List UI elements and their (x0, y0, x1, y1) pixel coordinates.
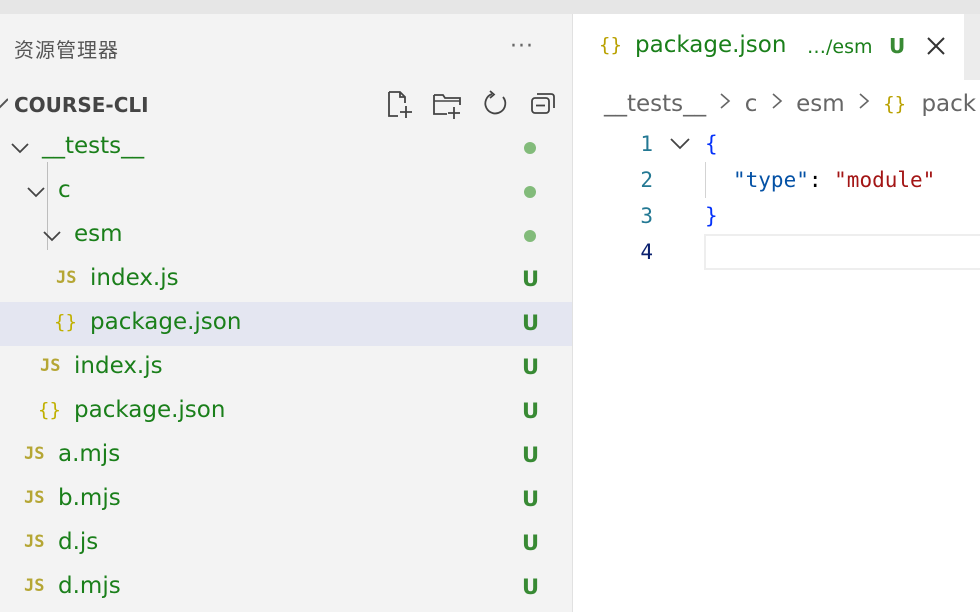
line-number: 1 (640, 132, 653, 156)
json-file-icon: {} (38, 399, 61, 421)
explorer-header: 资源管理器 ··· (0, 14, 572, 80)
json-file-icon: {} (54, 311, 77, 333)
tree-item-d-mjs[interactable]: JS d.mjs U (0, 566, 572, 610)
chevron-down-icon (0, 98, 8, 109)
js-file-icon: JS (40, 356, 61, 376)
untracked-status: U (522, 443, 540, 467)
tree-item-label: b.mjs (58, 485, 121, 511)
breadcrumb-item[interactable]: c (745, 91, 758, 117)
tree-item-label: d.mjs (58, 573, 121, 599)
code-text: "type": "module" (733, 168, 935, 192)
untracked-status: U (522, 267, 540, 291)
untracked-status: U (522, 311, 540, 335)
code-line: 4 (573, 234, 980, 270)
js-file-icon: JS (24, 532, 45, 552)
chevron-down-icon (27, 187, 45, 198)
breadcrumb-file[interactable]: pack (921, 91, 976, 117)
tree-item-label: d.js (58, 529, 99, 555)
tree-item-tests-folder[interactable]: __tests__ (0, 126, 572, 170)
new-folder-icon[interactable] (432, 89, 462, 119)
code-line: 2 "type": "module" (573, 162, 980, 198)
breadcrumb-item[interactable]: esm (796, 91, 845, 117)
js-file-icon: JS (56, 268, 77, 288)
new-file-icon[interactable] (384, 89, 414, 119)
tree-item-label: c (58, 177, 71, 203)
tree-item-esm-package-json[interactable]: {} package.json U (0, 302, 572, 346)
breadcrumb: __tests__ c esm {} pack (604, 90, 976, 117)
tab-filename: package.json (635, 32, 787, 58)
js-file-icon: JS (24, 444, 45, 464)
tab-path-description: …/esm (807, 36, 873, 58)
more-actions-icon[interactable]: ··· (510, 34, 534, 59)
window-top-strip (0, 0, 980, 14)
chevron-right-icon (858, 91, 870, 117)
js-file-icon: JS (24, 488, 45, 508)
line-number: 3 (640, 204, 653, 228)
untracked-status: U (522, 399, 540, 423)
untracked-status: U (522, 355, 540, 379)
json-key: "type" (733, 168, 809, 192)
tree-item-b-mjs[interactable]: JS b.mjs U (0, 478, 572, 522)
tree-item-label: index.js (74, 353, 163, 379)
tree-item-a-mjs[interactable]: JS a.mjs U (0, 434, 572, 478)
workspace-section-header[interactable]: COURSE-CLI (0, 84, 572, 124)
tree-item-label: a.mjs (58, 441, 121, 467)
tree-item-c-folder[interactable]: c (0, 170, 572, 214)
untracked-status: U (522, 575, 540, 599)
editor-tab-package-json[interactable]: {} package.json …/esm U (573, 14, 953, 80)
tree-item-label: esm (74, 221, 123, 247)
line-number: 4 (640, 240, 653, 264)
tree-item-label: __tests__ (42, 133, 145, 159)
json-colon: : (808, 168, 835, 192)
chevron-down-icon (43, 231, 61, 242)
modified-dot (524, 142, 536, 154)
json-file-icon: {} (883, 92, 907, 115)
tree-item-c-package-json[interactable]: {} package.json U (0, 390, 572, 434)
tree-item-label: package.json (90, 309, 242, 335)
tree-item-esm-index-js[interactable]: JS index.js U (0, 258, 572, 302)
collapse-all-icon[interactable] (528, 89, 558, 119)
untracked-status: U (522, 531, 540, 555)
modified-dot (524, 230, 536, 242)
modified-dot (524, 186, 536, 198)
json-file-icon: {} (599, 34, 622, 56)
tree-item-label: index.js (90, 265, 179, 291)
tab-bar-background (964, 14, 980, 80)
code-line: 1 { (573, 126, 980, 162)
tab-untracked-status: U (889, 34, 906, 58)
tree-item-esm-folder[interactable]: esm (0, 214, 572, 258)
chevron-right-icon (719, 91, 731, 117)
chevron-down-icon (11, 143, 29, 154)
tree-item-c-index-js[interactable]: JS index.js U (0, 346, 572, 390)
refresh-icon[interactable] (480, 89, 510, 119)
editor-area: {} package.json …/esm U __tests__ c esm … (573, 14, 980, 612)
breadcrumb-item[interactable]: __tests__ (604, 91, 706, 117)
workspace-title: COURSE-CLI (14, 93, 149, 117)
tree-item-label: package.json (74, 397, 226, 423)
line-number: 2 (640, 168, 653, 192)
chevron-right-icon (771, 91, 783, 117)
tree-item-d-js[interactable]: JS d.js U (0, 522, 572, 566)
close-icon[interactable] (924, 34, 948, 58)
explorer-panel: 资源管理器 ··· COURSE-CLI __tests__ c esm JS … (0, 14, 573, 612)
js-file-icon: JS (24, 576, 45, 596)
code-text: { (705, 132, 718, 156)
explorer-title: 资源管理器 (14, 38, 119, 62)
code-line: 3 } (573, 198, 980, 234)
code-text: } (705, 204, 718, 228)
untracked-status: U (522, 487, 540, 511)
fold-chevron-icon[interactable] (669, 136, 691, 152)
json-value: "module" (834, 168, 936, 192)
